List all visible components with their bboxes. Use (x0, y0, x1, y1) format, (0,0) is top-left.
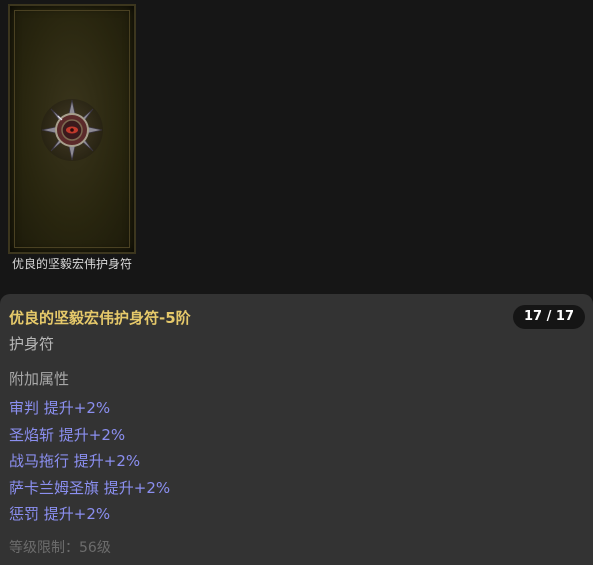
attribute-item: 战马拖行 提升+2% (9, 452, 141, 471)
attributes-header: 附加属性 (9, 370, 70, 388)
item-card[interactable] (8, 4, 136, 254)
attribute-list: 审判 提升+2% 圣焰斩 提升+2% 战马拖行 提升+2% 萨卡兰姆圣旗 提升+… (9, 395, 170, 528)
attribute-item: 审判 提升+2% (9, 399, 111, 417)
item-type: 护身符 (9, 335, 55, 353)
level-requirement: 等级限制：56级 (9, 540, 111, 556)
amulet-icon (41, 99, 103, 161)
card-label: 优良的坚毅宏伟护身符 (11, 257, 132, 271)
count-badge: 17 / 17 (513, 305, 585, 329)
attribute-item: 萨卡兰姆圣旗 提升+2% (9, 478, 171, 497)
attribute-item: 圣焰斩 提升+2% (9, 425, 126, 444)
item-tooltip: 优良的坚毅宏伟护身符-5阶 17 / 17 护身符 附加属性 审判 提升+2% … (0, 294, 593, 565)
item-name: 优良的坚毅宏伟护身符-5阶 (9, 309, 191, 327)
attribute-item: 惩罚 提升+2% (9, 505, 111, 524)
